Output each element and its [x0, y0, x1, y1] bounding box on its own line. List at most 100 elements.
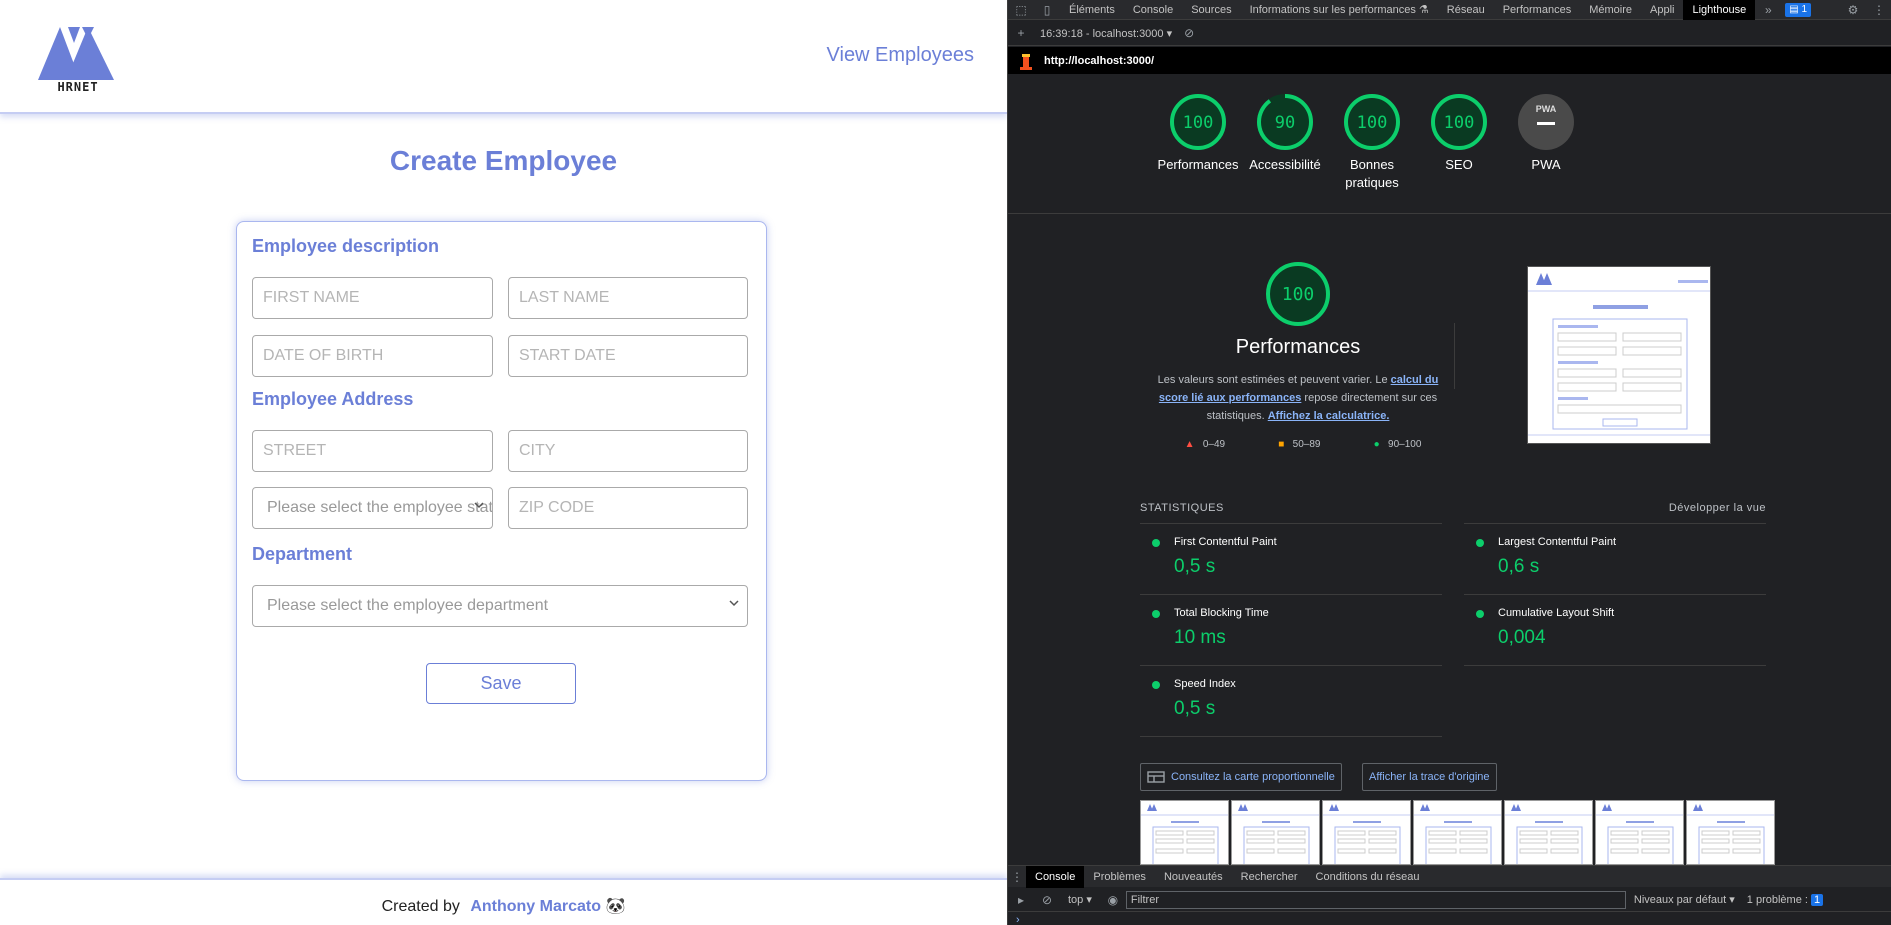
gear-icon[interactable]: ⚙	[1840, 0, 1866, 20]
start-date-input[interactable]	[508, 335, 748, 377]
sidebar-toggle-icon[interactable]: ▸	[1008, 890, 1034, 910]
score-gauge-0[interactable]: 100 Performances	[1153, 92, 1243, 174]
drawer-tab-network-conditions[interactable]: Conditions du réseau	[1307, 866, 1429, 888]
final-screenshot-thumbnail[interactable]	[1527, 266, 1711, 444]
app-footer: Created by Anthony Marcato 🐼	[0, 878, 1007, 925]
first-name-input[interactable]	[252, 277, 493, 319]
score-gauge-2[interactable]: 100 Bonnes pratiques	[1327, 92, 1417, 192]
filmstrip-frame	[1413, 800, 1502, 865]
tab-performance-insights[interactable]: Informations sur les performances ⚗	[1241, 0, 1438, 20]
log-levels-dropdown[interactable]: Niveaux par défaut ▾	[1634, 893, 1735, 906]
save-button[interactable]: Save	[426, 663, 576, 704]
calculator-link[interactable]: Affichez la calculatrice.	[1268, 410, 1390, 422]
inspect-element-icon[interactable]: ⬚	[1008, 0, 1034, 20]
divider	[1008, 213, 1891, 214]
console-filter-input[interactable]	[1125, 890, 1626, 909]
issues-badge[interactable]: ▤ 1	[1785, 2, 1812, 17]
chevron-down-icon	[729, 600, 739, 607]
filmstrip-frame	[1686, 800, 1775, 865]
state-select-value: Please select the employee state	[267, 499, 493, 516]
pwa-badge-text: PWA	[1536, 104, 1557, 114]
drawer-tab-console[interactable]: Console	[1026, 865, 1085, 888]
device-toolbar-icon[interactable]: ▯	[1034, 0, 1060, 20]
console-toolbar: ▸ ⊘ top ▾ ◉ Niveaux par défaut ▾ 1 probl…	[1008, 888, 1891, 912]
eye-icon[interactable]: ◉	[1100, 890, 1126, 910]
gauge-ring: PWA	[1518, 94, 1574, 150]
footer-prefix: Created by	[381, 898, 460, 915]
tab-lighthouse[interactable]: Lighthouse	[1683, 0, 1756, 20]
report-selector[interactable]: 16:39:18 - localhost:3000 ▾	[1040, 27, 1172, 40]
gauge-score: 100	[1183, 113, 1214, 133]
tab-application[interactable]: Appli	[1641, 0, 1683, 20]
pwa-dash	[1537, 122, 1555, 125]
frame-thumbnail	[1323, 804, 1410, 864]
score-gauge-4[interactable]: PWA PWA	[1501, 92, 1591, 174]
context-selector[interactable]: top ▾	[1068, 893, 1092, 906]
department-select[interactable]: Please select the employee department	[252, 585, 748, 627]
treemap-button[interactable]: Consultez la carte proportionnelle	[1140, 763, 1342, 791]
tab-sources[interactable]: Sources	[1182, 0, 1240, 20]
tab-performance[interactable]: Performances	[1494, 0, 1580, 20]
score-gauge-1[interactable]: 90 Accessibilité	[1240, 92, 1330, 174]
statistics-title: STATISTIQUES	[1140, 502, 1224, 514]
legend-item-fail: ▲ 0–49	[1184, 439, 1226, 450]
create-employee-form: Employee description Employee Address Pl…	[236, 221, 767, 781]
console-prompt-icon[interactable]: ›	[1016, 914, 1020, 925]
tab-console[interactable]: Console	[1124, 0, 1182, 20]
footer-author-link[interactable]: Anthony Marcato	[470, 898, 601, 915]
metric-cls: Cumulative Layout Shift 0,004	[1464, 594, 1766, 664]
clear-console-icon[interactable]: ⊘	[1034, 890, 1060, 910]
section-title-department: Department	[252, 544, 353, 564]
expand-view-toggle[interactable]: Développer la vue	[1669, 502, 1766, 514]
zip-code-input[interactable]	[508, 487, 748, 529]
view-trace-button[interactable]: Afficher la trace d'origine	[1362, 763, 1497, 791]
pass-dot-icon	[1152, 539, 1160, 547]
gauge-ring: 100	[1344, 94, 1400, 150]
performance-score-large: 100	[1282, 284, 1315, 305]
square-icon: ■	[1278, 439, 1285, 450]
view-employees-link[interactable]: View Employees	[827, 44, 974, 67]
metric-fcp: First Contentful Paint 0,5 s	[1140, 523, 1442, 593]
department-select-value: Please select the employee department	[267, 597, 549, 614]
street-input[interactable]	[252, 430, 493, 472]
frame-thumbnail	[1596, 804, 1683, 864]
date-of-birth-input[interactable]	[252, 335, 493, 377]
more-tabs-icon[interactable]: »	[1755, 0, 1781, 20]
state-select[interactable]: Please select the employee state	[252, 487, 493, 529]
score-gauge-3[interactable]: 100 SEO	[1414, 92, 1504, 174]
gauge-label: PWA	[1531, 157, 1561, 172]
metric-name: Cumulative Layout Shift	[1498, 607, 1615, 619]
tab-memory[interactable]: Mémoire	[1580, 0, 1641, 20]
gauge-score: 90	[1275, 113, 1295, 133]
divider	[1464, 665, 1766, 666]
filmstrip-frame	[1140, 800, 1229, 865]
tab-elements[interactable]: Éléments	[1060, 0, 1124, 20]
metric-value: 10 ms	[1174, 627, 1226, 648]
circle-icon: ●	[1373, 439, 1380, 450]
drawer-tab-whats-new[interactable]: Nouveautés	[1155, 866, 1232, 888]
performance-summary: 100 Performances Les valeurs sont estimé…	[1148, 260, 1448, 425]
kebab-menu-icon[interactable]: ⋮	[1866, 0, 1891, 20]
clear-icon[interactable]: ⊘	[1176, 23, 1202, 43]
page-screenshot-image	[1528, 267, 1710, 443]
kebab-menu-icon[interactable]: ⋮	[1008, 867, 1026, 887]
lighthouse-report: 100 Performances 90 Accessibilité 100 Bonnes …	[1008, 75, 1891, 865]
lighthouse-icon	[1020, 53, 1032, 70]
city-input[interactable]	[508, 430, 748, 472]
frame-thumbnail	[1141, 804, 1228, 864]
metric-name: Speed Index	[1174, 678, 1236, 690]
chevron-down-icon	[474, 502, 484, 509]
app-header: HRNET View Employees	[0, 0, 1007, 114]
performance-description: Les valeurs sont estimées et peuvent var…	[1157, 374, 1439, 422]
page-title: Create Employee	[389, 145, 618, 176]
gauge-label: SEO	[1445, 157, 1473, 172]
tab-network[interactable]: Réseau	[1438, 0, 1494, 20]
issues-counter[interactable]: 1 problème : 1	[1747, 893, 1824, 906]
triangle-icon: ▲	[1184, 439, 1195, 450]
gauge-label: Performances	[1157, 157, 1239, 172]
drawer-tab-search[interactable]: Rechercher	[1232, 866, 1307, 888]
last-name-input[interactable]	[508, 277, 748, 319]
metric-name: First Contentful Paint	[1174, 536, 1277, 548]
drawer-tab-issues[interactable]: Problèmes	[1084, 866, 1155, 888]
plus-icon[interactable]: +	[1008, 23, 1034, 43]
